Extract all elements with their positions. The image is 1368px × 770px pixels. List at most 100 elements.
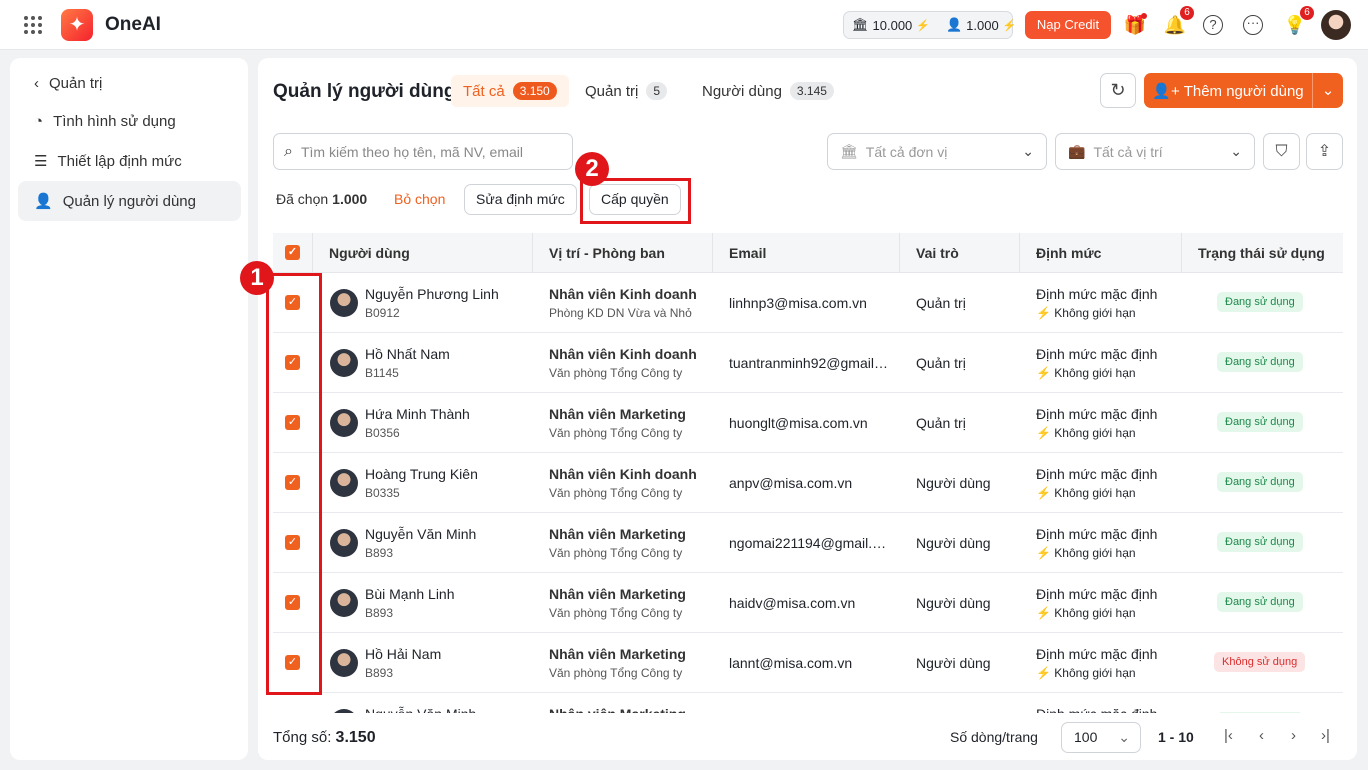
prev-page-icon[interactable]: ‹ (1259, 727, 1264, 744)
unit-select[interactable]: 🏛 Tất cả đơn vị ⌄ (827, 133, 1047, 170)
first-page-icon[interactable]: |‹ (1224, 727, 1233, 744)
sidebar-item-quota[interactable]: ☰ Thiết lập định mức (18, 141, 241, 181)
refresh-button[interactable]: ↻ (1100, 73, 1136, 108)
tab-all[interactable]: Tất cả 3.150 (451, 75, 569, 107)
filter-icon: ⛉ (1275, 143, 1288, 160)
filter-button[interactable]: ⛉ (1263, 133, 1300, 170)
quota: Định mức mặc định (1036, 586, 1158, 602)
tab-count: 3.145 (789, 82, 834, 100)
department: Phòng KD DN Vừa và Nhỏ (549, 306, 692, 320)
position: Nhân viên Kinh doanh (549, 286, 697, 302)
brand-name: OneAI (105, 14, 161, 35)
chevron-down-icon[interactable]: ⌄ (1312, 73, 1343, 108)
header-position[interactable]: Vị trí - Phòng ban (533, 233, 713, 273)
table-row[interactable]: ✓ Hồ Nhất Nam B1145 Nhân viên Kinh doanh… (273, 333, 1343, 393)
more-icon[interactable]: ··· (1243, 15, 1263, 35)
department: Văn phòng Tổng Công ty (549, 426, 683, 440)
rows-per-page-select[interactable]: 100 ⌄ (1061, 722, 1141, 753)
table-row[interactable]: ✓ Hồ Hải Nam B893 Nhân viên Marketing Vă… (273, 633, 1343, 693)
quota: Định mức mặc định (1036, 286, 1158, 302)
user-name[interactable]: Nguyễn Văn Minh (365, 526, 476, 542)
search-input[interactable]: ⌕ Tìm kiếm theo họ tên, mã NV, email (273, 133, 573, 170)
ideas-badge: 6 (1300, 6, 1314, 20)
table-row[interactable]: ✓ Nguyễn Phương Linh B0912 Nhân viên Kin… (273, 273, 1343, 333)
user-avatar (330, 649, 358, 677)
user-name[interactable]: Nguyễn Phương Linh (365, 286, 499, 302)
tab-label: Quản trị (585, 82, 639, 100)
table-row[interactable]: Nguyễn Văn Minh Nhân viên Marketing Định… (273, 693, 1343, 713)
position-select-value: Tất cả vị trí (1093, 143, 1163, 160)
header-user[interactable]: Người dùng (313, 233, 533, 273)
chevron-left-icon: ‹ (34, 74, 39, 92)
bolt-icon: ⚡ (1036, 546, 1051, 560)
add-user-button[interactable]: 👤+ Thêm người dùng ⌄ (1144, 73, 1343, 108)
topup-credit-button[interactable]: Nạp Credit (1025, 11, 1111, 39)
help-icon[interactable]: ? (1203, 15, 1223, 35)
upload-icon: ⇪ (1317, 143, 1332, 160)
sidebar-item-users[interactable]: 👤 Quản lý người dùng (18, 181, 241, 221)
sidebar: ‹ Quản trị ◔ Tình hình sử dụng ☰ Thiết lập … (10, 58, 248, 760)
email: lannt@misa.com.vn (729, 655, 853, 671)
user-name[interactable]: Hồ Hải Nam (365, 646, 441, 662)
step-badge-2: 2 (575, 152, 609, 186)
quota-limit-text: Không giới hạn (1054, 306, 1136, 320)
header-email[interactable]: Email (713, 233, 900, 273)
building-icon: 🏛 (852, 17, 869, 32)
bolt-icon: ⚡ (1036, 486, 1051, 500)
role: Người dùng (916, 595, 991, 611)
sidebar-item-usage[interactable]: ◔ Tình hình sử dụng (18, 101, 241, 141)
role: Người dùng (916, 535, 991, 551)
sidebar-item-label: Tình hình sử dụng (53, 112, 176, 130)
last-page-icon[interactable]: ›| (1321, 727, 1330, 744)
user-avatar (330, 349, 358, 377)
email: haidv@misa.com.vn (729, 595, 856, 611)
user-code: B893 (365, 606, 394, 620)
sidebar-back-admin[interactable]: ‹ Quản trị (18, 63, 241, 103)
chevron-down-icon: ⌄ (1022, 143, 1034, 159)
user-avatar (330, 409, 358, 437)
email: huonglt@misa.com.vn (729, 415, 868, 431)
table-row[interactable]: ✓ Bùi Mạnh Linh B893 Nhân viên Marketing… (273, 573, 1343, 633)
quota-limit-text: Không giới hạn (1054, 546, 1136, 560)
rows-per-page-label: Số dòng/trang (950, 729, 1038, 745)
users-table: ✓ Người dùng Vị trí - Phòng ban Email Va… (273, 233, 1343, 713)
user-name[interactable]: Hứa Minh Thành (365, 406, 470, 422)
table-footer: Tổng số: 3.150 Số dòng/trang 100 ⌄ 1 - 10… (258, 713, 1357, 760)
user-avatar[interactable] (1321, 10, 1351, 40)
bolt-icon: ⚡ (1036, 426, 1051, 440)
bolt-icon: ⚡ (1036, 606, 1051, 620)
edit-quota-button[interactable]: Sửa định mức (464, 184, 577, 215)
position-select[interactable]: 💼 Tất cả vị trí ⌄ (1055, 133, 1255, 170)
header-role[interactable]: Vai trò (900, 233, 1020, 273)
email: tuantranminh92@gmail.com (729, 355, 889, 371)
tab-admin[interactable]: Quản trị 5 (573, 75, 679, 107)
next-page-icon[interactable]: › (1291, 727, 1296, 744)
top-bar: ✦ OneAI 🏛 10.000 ⚡ 👤 1.000 ⚡ Nạp Credit 🎁 🔔 6… (0, 0, 1368, 50)
credit-balance[interactable]: 🏛 10.000 ⚡ 👤 1.000 ⚡ (843, 11, 1016, 39)
export-button[interactable]: ⇪ (1306, 133, 1343, 170)
tab-users[interactable]: Người dùng 3.145 (690, 75, 846, 107)
user-name[interactable]: Hồ Nhất Nam (365, 346, 450, 362)
user-code: B0335 (365, 486, 400, 500)
user-name[interactable]: Bùi Mạnh Linh (365, 586, 455, 602)
org-credit: 10.000 (872, 17, 913, 33)
quota-limit-text: Không giới hạn (1054, 666, 1136, 680)
table-row[interactable]: ✓ Nguyễn Văn Minh B893 Nhân viên Marketi… (273, 513, 1343, 573)
user-name[interactable]: Hoàng Trung Kiên (365, 466, 478, 482)
lightbulb-book-icon[interactable]: 💡 6 (1283, 6, 1314, 37)
unit-select-value: Tất cả đơn vị (865, 143, 948, 160)
selected-count: 1.000 (332, 191, 368, 207)
notification-badge: 6 (1180, 6, 1194, 20)
header-quota[interactable]: Định mức (1020, 233, 1182, 273)
gift-icon[interactable]: 🎁 (1123, 13, 1147, 37)
table-row[interactable]: ✓ Hoàng Trung Kiên B0335 Nhân viên Kinh … (273, 453, 1343, 513)
clear-selection-link[interactable]: Bỏ chọn (394, 191, 445, 207)
table-row[interactable]: ✓ Hứa Minh Thành B0356 Nhân viên Marketi… (273, 393, 1343, 453)
quota-limit-text: Không giới hạn (1054, 606, 1136, 620)
status-badge: Không sử dụng (1214, 652, 1306, 672)
building-icon: 🏛 (840, 143, 858, 159)
user-name[interactable]: Nguyễn Văn Minh (365, 706, 476, 713)
app-grid-icon[interactable] (24, 16, 42, 34)
bell-icon[interactable]: 🔔 6 (1163, 6, 1194, 37)
header-status[interactable]: Trạng thái sử dụng (1182, 233, 1340, 273)
